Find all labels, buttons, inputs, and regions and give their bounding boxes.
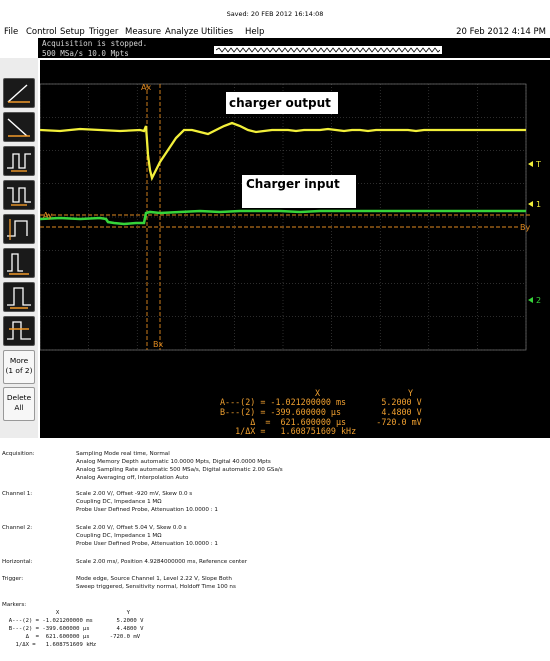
channel2-ground-label: 2 [536, 296, 541, 305]
acquisition-line: Analog Memory Depth automatic 10.0000 Mp… [76, 459, 271, 465]
delete-all-button[interactable]: Delete All [3, 387, 35, 421]
trigger-line: Sweep triggered, Sensitivity normal, Hol… [76, 584, 236, 590]
channel1-label: Channel 1: [2, 491, 33, 497]
settings-report: Acquisition: Sampling Mode real time, No… [0, 443, 550, 661]
acquisition-line: Analog Sampling Rate automatic 500 MSa/s… [76, 467, 283, 473]
graticule-grid [40, 83, 527, 351]
channel2-line: Coupling DC, Impedance 1 MΩ [76, 533, 162, 539]
menu-measure[interactable]: Measure [125, 27, 161, 37]
transition-button[interactable] [3, 282, 35, 312]
waveform-canvas: Ax Bx Ay By T 1 2 [40, 83, 541, 351]
acquisition-status-text: Acquisition is stopped. [42, 39, 148, 48]
marker-ax-label: Ax [141, 83, 151, 92]
more-button-label: More [9, 356, 29, 365]
channel2-line: Probe User Defined Probe, Attenuation 10… [76, 541, 218, 547]
falling-edge-button[interactable] [3, 112, 35, 142]
pulse-width-inverse-button[interactable] [3, 180, 35, 210]
markers-header: X Y [2, 610, 130, 616]
saved-timestamp: Saved: 20 FEB 2012 16:14:08 [226, 10, 324, 18]
acquisition-line: Sampling Mode real time, Normal [76, 451, 170, 457]
trigger-label: Trigger: [2, 576, 24, 582]
more-button[interactable]: More (1 of 2) [3, 350, 35, 384]
cursor-readout-panel: X Y A---(2) = -1.021200000 ms 5.2000 V B… [220, 388, 530, 438]
channel1-ground-label: 1 [536, 200, 541, 209]
marker-by-label: By [520, 223, 530, 232]
setup-hold-button[interactable] [3, 316, 35, 346]
falling-edge-icon [7, 118, 30, 137]
setup-hold-icon [7, 321, 31, 340]
menu-control[interactable]: Control [26, 27, 57, 37]
readout-row-b: B---(2) = -399.600000 µs 4.4800 V [220, 407, 422, 417]
rising-edge-button[interactable] [3, 78, 35, 108]
sample-rate-text: 500 MSa/s 10.0 Mpts [42, 49, 129, 58]
more-button-page: (1 of 2) [5, 366, 33, 375]
menu-file[interactable]: File [4, 27, 18, 37]
menu-setup[interactable]: Setup [60, 27, 85, 37]
trigger-line: Mode edge, Source Channel 1, Level 2.22 … [76, 576, 232, 582]
pulse-width-icon [7, 153, 31, 172]
menu-utilities[interactable]: Utilities [201, 27, 233, 37]
channel2-ground-marker[interactable]: 2 [528, 296, 541, 305]
horizontal-label: Horizontal: [2, 559, 33, 565]
markers-row: 1/ΔX = 1.608751609 kHz [2, 642, 97, 648]
menu-trigger[interactable]: Trigger [89, 27, 118, 37]
markers-label: Markers: [2, 602, 27, 608]
markers-row: B---(2) = -399.600000 µs 4.4800 V [2, 626, 144, 632]
channel2-line: Scale 2.00 V/, Offset 5.04 V, Skew 0.0 s [76, 525, 187, 531]
pulse-width-inverse-icon [7, 187, 31, 206]
acquisition-label: Acquisition: [2, 451, 35, 457]
trigger-level-marker[interactable]: T [528, 160, 541, 169]
channel1-line: Scale 2.00 V/, Offset -920 mV, Skew 0.0 … [76, 491, 193, 497]
runt-icon [7, 253, 29, 275]
rising-edge-icon [7, 84, 30, 103]
markers-row: A---(2) = -1.021200000 ms 5.2000 V [2, 618, 144, 624]
markers-row: Δ = 621.600000 µs -720.0 mV [2, 634, 141, 640]
marker-bx-label: Bx [153, 340, 163, 349]
marker-ay-label: Ay [43, 211, 53, 220]
pulse-width-button[interactable] [3, 146, 35, 176]
timeout-button[interactable] [3, 214, 35, 244]
channel1-ground-marker[interactable]: 1 [528, 200, 541, 209]
transition-icon [7, 287, 31, 309]
trigger-toolbar: More (1 of 2) Delete All [0, 58, 38, 438]
runt-button[interactable] [3, 248, 35, 278]
charger-output-annotation: charger output [226, 92, 338, 114]
charger-input-annotation: Charger input [242, 175, 356, 208]
readout-row-a: A---(2) = -1.021200000 ms 5.2000 V [220, 397, 422, 407]
channel1-line: Probe User Defined Probe, Attenuation 10… [76, 507, 218, 513]
menu-analyze[interactable]: Analyze [165, 27, 199, 37]
channel1-line: Coupling DC, Impedance 1 MΩ [76, 499, 162, 505]
record-overview-wave-icon [216, 47, 440, 53]
record-overview-bar[interactable] [213, 45, 443, 55]
waveform-display[interactable]: Ax Bx Ay By T 1 2 charger output Charger… [40, 60, 550, 438]
horizontal-line: Scale 2.00 ms/, Position 4.9284000000 ms… [76, 559, 247, 565]
menu-help[interactable]: Help [245, 27, 264, 37]
trigger-level-label: T [535, 160, 541, 169]
readout-row-inverse: 1/ΔX = 1.608751609 kHz [220, 426, 357, 436]
acquisition-line: Analog Averaging off, Interpolation Auto [76, 475, 189, 481]
acquisition-status-bar: Acquisition is stopped. 500 MSa/s 10.0 M… [38, 38, 550, 58]
timeout-icon [7, 219, 28, 240]
delete-button-all: All [14, 403, 24, 412]
menu-datetime: 20 Feb 2012 4:14 PM [456, 27, 546, 37]
channel2-label: Channel 2: [2, 525, 33, 531]
delete-button-label: Delete [6, 393, 32, 402]
